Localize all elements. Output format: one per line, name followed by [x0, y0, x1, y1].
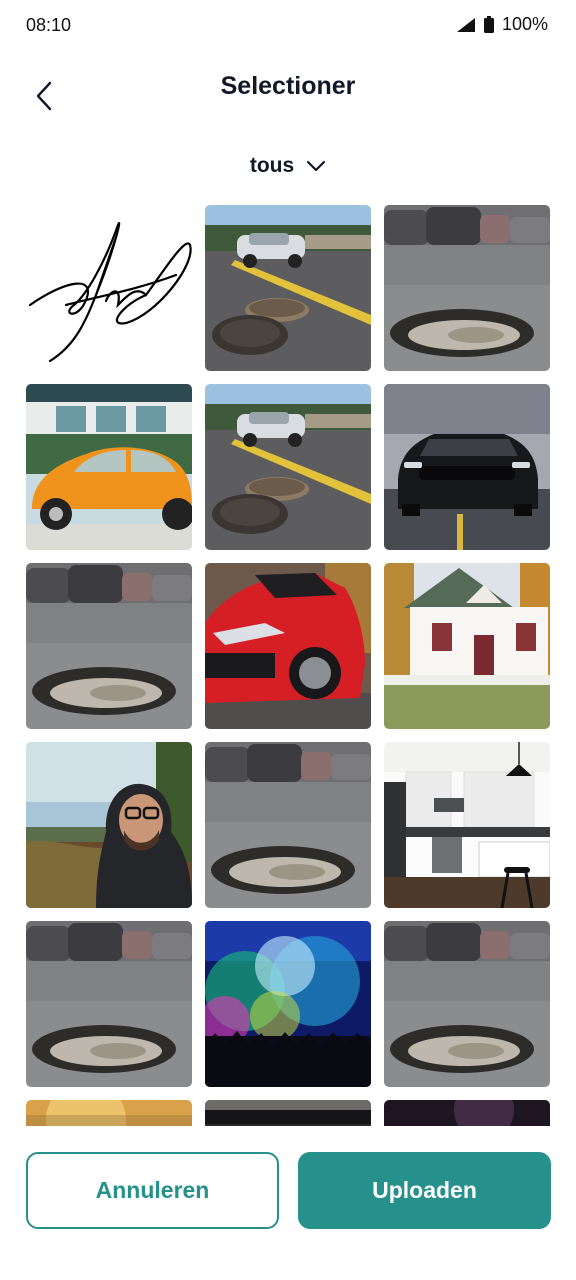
cancel-button[interactable]: Annuleren — [26, 1152, 279, 1229]
action-footer: Annuleren Uploaden — [0, 1126, 576, 1280]
gallery-photo[interactable] — [26, 742, 192, 908]
gallery-photo[interactable] — [205, 563, 371, 729]
status-time: 08:10 — [26, 15, 72, 35]
gallery-photo[interactable] — [384, 563, 550, 729]
battery-icon — [483, 16, 494, 33]
gallery-photo[interactable] — [26, 384, 192, 550]
upload-button[interactable]: Uploaden — [298, 1152, 551, 1229]
signal-icon — [456, 17, 475, 32]
gallery-photo[interactable] — [26, 921, 192, 1087]
gallery-photo[interactable] — [384, 921, 550, 1087]
photo-thumbnail — [384, 921, 550, 1087]
photo-gallery[interactable] — [26, 205, 551, 1126]
header: Selectioner — [0, 50, 576, 140]
battery-percent: 100% — [501, 14, 548, 34]
filter-bar: tous — [0, 150, 576, 182]
gallery-photo[interactable] — [205, 1100, 371, 1126]
gallery-photo[interactable] — [205, 205, 371, 371]
photo-grid — [26, 205, 551, 1126]
gallery-photo[interactable] — [205, 742, 371, 908]
gallery-photo[interactable] — [26, 205, 192, 371]
photo-thumbnail — [26, 384, 192, 550]
gallery-photo[interactable] — [205, 384, 371, 550]
status-icons: 100% — [456, 14, 548, 35]
gallery-photo[interactable] — [384, 1100, 550, 1126]
gallery-photo[interactable] — [384, 384, 550, 550]
photo-thumbnail — [26, 1100, 192, 1126]
photo-thumbnail — [205, 742, 371, 908]
photo-thumbnail — [205, 921, 371, 1087]
photo-thumbnail — [384, 1100, 550, 1126]
gallery-photo[interactable] — [26, 1100, 192, 1126]
photo-thumbnail — [26, 742, 192, 908]
chevron-down-icon — [307, 160, 326, 172]
photo-thumbnail — [384, 742, 550, 908]
photo-thumbnail — [205, 1100, 371, 1126]
photo-thumbnail — [384, 205, 550, 371]
gallery-photo[interactable] — [384, 205, 550, 371]
photo-thumbnail — [26, 563, 192, 729]
album-filter-dropdown[interactable]: tous — [242, 150, 334, 182]
photo-thumbnail — [205, 384, 371, 550]
gallery-photo[interactable] — [384, 742, 550, 908]
gallery-photo[interactable] — [26, 563, 192, 729]
photo-thumbnail — [205, 205, 371, 371]
photo-thumbnail — [26, 205, 192, 371]
album-filter-label: tous — [249, 154, 295, 177]
photo-thumbnail — [205, 563, 371, 729]
status-bar: 08:10 100% — [0, 0, 576, 50]
page-title: Selectioner — [220, 72, 356, 100]
photo-thumbnail — [26, 921, 192, 1087]
gallery-photo[interactable] — [205, 921, 371, 1087]
photo-thumbnail — [384, 563, 550, 729]
photo-thumbnail — [384, 384, 550, 550]
